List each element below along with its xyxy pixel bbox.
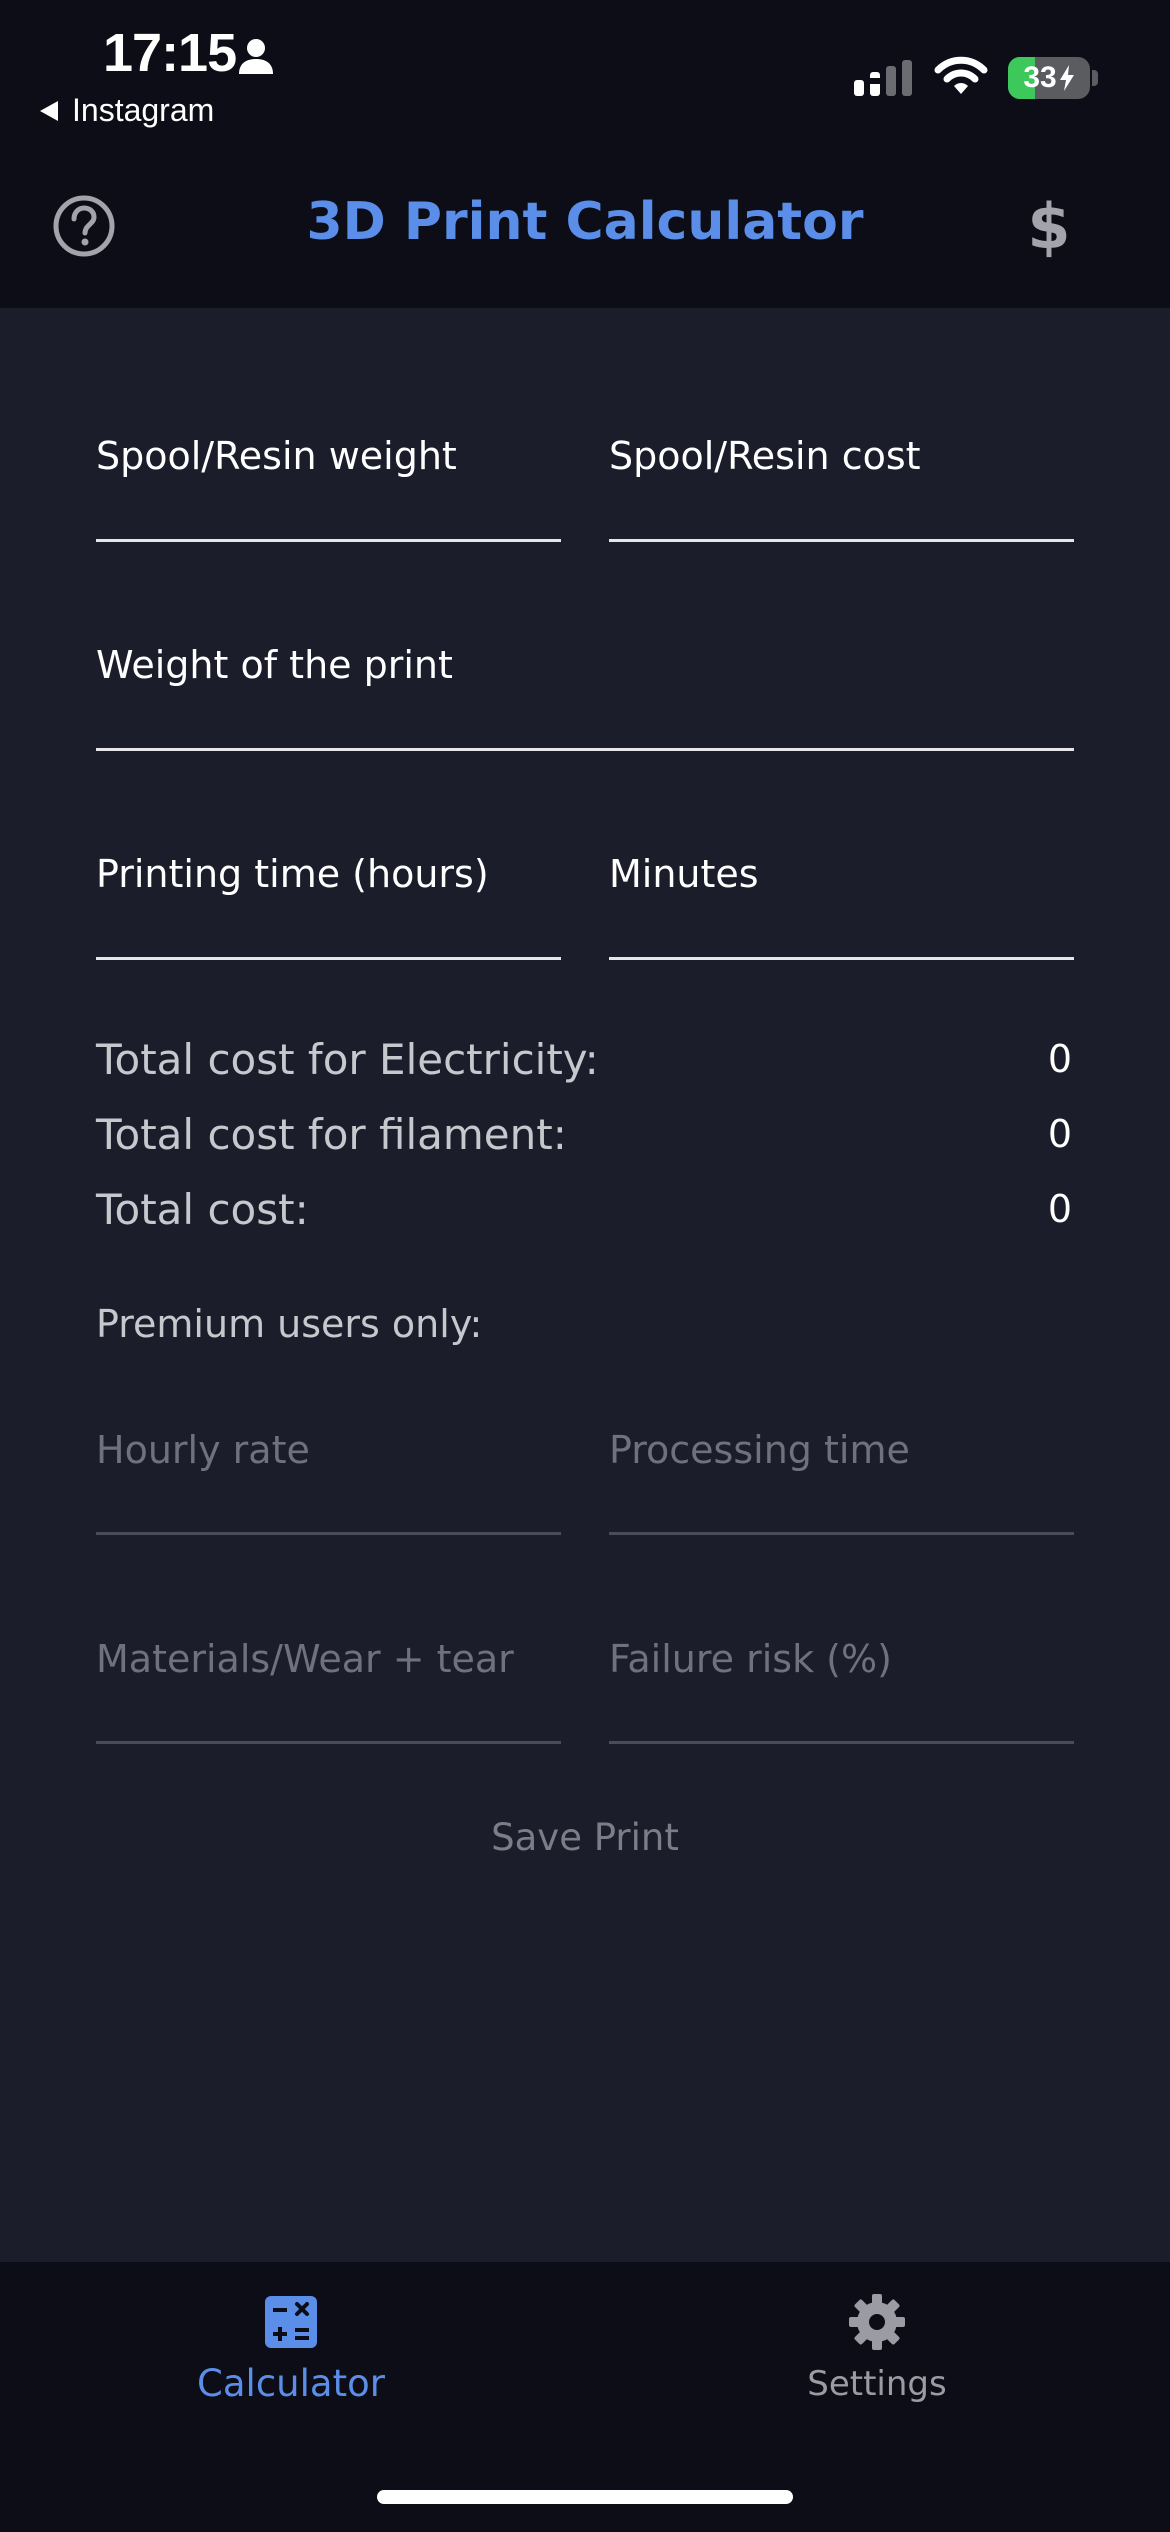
spool-weight-underline <box>96 539 561 542</box>
spool-weight-field[interactable]: Spool/Resin weight <box>96 434 561 544</box>
battery-cap <box>1092 70 1098 86</box>
electricity-cost-value: 0 <box>1047 1037 1072 1081</box>
status-time: 17:15 <box>103 23 237 83</box>
total-cost-label: Total cost: <box>96 1184 309 1234</box>
calculator-icon <box>265 2296 317 2348</box>
print-hours-underline <box>96 957 561 960</box>
print-weight-underline <box>96 748 1074 751</box>
page-title: 3D Print Calculator <box>306 192 864 252</box>
processing-time-field[interactable]: Processing time <box>609 1428 1074 1538</box>
print-hours-label: Printing time (hours) <box>96 852 489 896</box>
home-indicator[interactable] <box>377 2490 793 2504</box>
print-minutes-field[interactable]: Minutes <box>609 852 1074 962</box>
electricity-cost-label: Total cost for Electricity: <box>96 1034 599 1084</box>
top-bar: 17:15 Instagram 33 3D Print Calculator $ <box>0 0 1170 308</box>
tab-settings-label: Settings <box>807 2364 947 2404</box>
back-to-app-link[interactable]: Instagram <box>38 92 214 129</box>
spool-cost-label: Spool/Resin cost <box>609 434 921 478</box>
tab-bar: Calculator Settings <box>0 2262 1170 2532</box>
hourly-rate-underline <box>96 1532 561 1535</box>
filament-cost-label: Total cost for filament: <box>96 1109 567 1159</box>
filament-cost-value: 0 <box>1047 1112 1072 1156</box>
spool-weight-label: Spool/Resin weight <box>96 434 457 478</box>
print-hours-field[interactable]: Printing time (hours) <box>96 852 561 962</box>
materials-wear-label: Materials/Wear + tear <box>96 1637 514 1681</box>
spool-cost-field[interactable]: Spool/Resin cost <box>609 434 1074 544</box>
battery-level: 33 <box>1023 61 1057 94</box>
failure-risk-underline <box>609 1741 1074 1744</box>
dollar-icon[interactable]: $ <box>1024 186 1074 266</box>
save-print-button[interactable]: Save Print <box>0 1816 1170 1859</box>
filament-cost-row: Total cost for filament: 0 <box>96 1106 1072 1162</box>
print-weight-label: Weight of the print <box>96 643 453 687</box>
tab-calculator[interactable]: Calculator <box>141 2292 441 2405</box>
print-minutes-underline <box>609 957 1074 960</box>
wifi-icon <box>934 56 988 94</box>
failure-risk-field[interactable]: Failure risk (%) <box>609 1637 1074 1747</box>
tab-calculator-label: Calculator <box>197 2362 385 2405</box>
materials-wear-field[interactable]: Materials/Wear + tear <box>96 1637 561 1747</box>
hourly-rate-field[interactable]: Hourly rate <box>96 1428 561 1538</box>
total-cost-value: 0 <box>1047 1187 1072 1231</box>
person-icon <box>239 39 273 74</box>
failure-risk-label: Failure risk (%) <box>609 1637 892 1681</box>
battery-icon: 33 <box>1008 57 1090 99</box>
spool-cost-underline <box>609 539 1074 542</box>
charging-bolt-icon <box>1059 65 1074 91</box>
back-app-label: Instagram <box>72 92 215 128</box>
electricity-cost-row: Total cost for Electricity: 0 <box>96 1031 1072 1087</box>
premium-section-label: Premium users only: <box>96 1302 483 1346</box>
tab-settings[interactable]: Settings <box>727 2292 1027 2404</box>
cellular-signal-icon <box>854 60 912 96</box>
processing-time-underline <box>609 1532 1074 1535</box>
back-triangle-icon <box>40 100 58 121</box>
materials-wear-underline <box>96 1741 561 1744</box>
print-weight-field[interactable]: Weight of the print <box>96 643 1074 753</box>
processing-time-label: Processing time <box>609 1428 910 1472</box>
print-minutes-label: Minutes <box>609 852 759 896</box>
gear-icon <box>849 2294 905 2350</box>
hourly-rate-label: Hourly rate <box>96 1428 310 1472</box>
total-cost-row: Total cost: 0 <box>96 1181 1072 1237</box>
